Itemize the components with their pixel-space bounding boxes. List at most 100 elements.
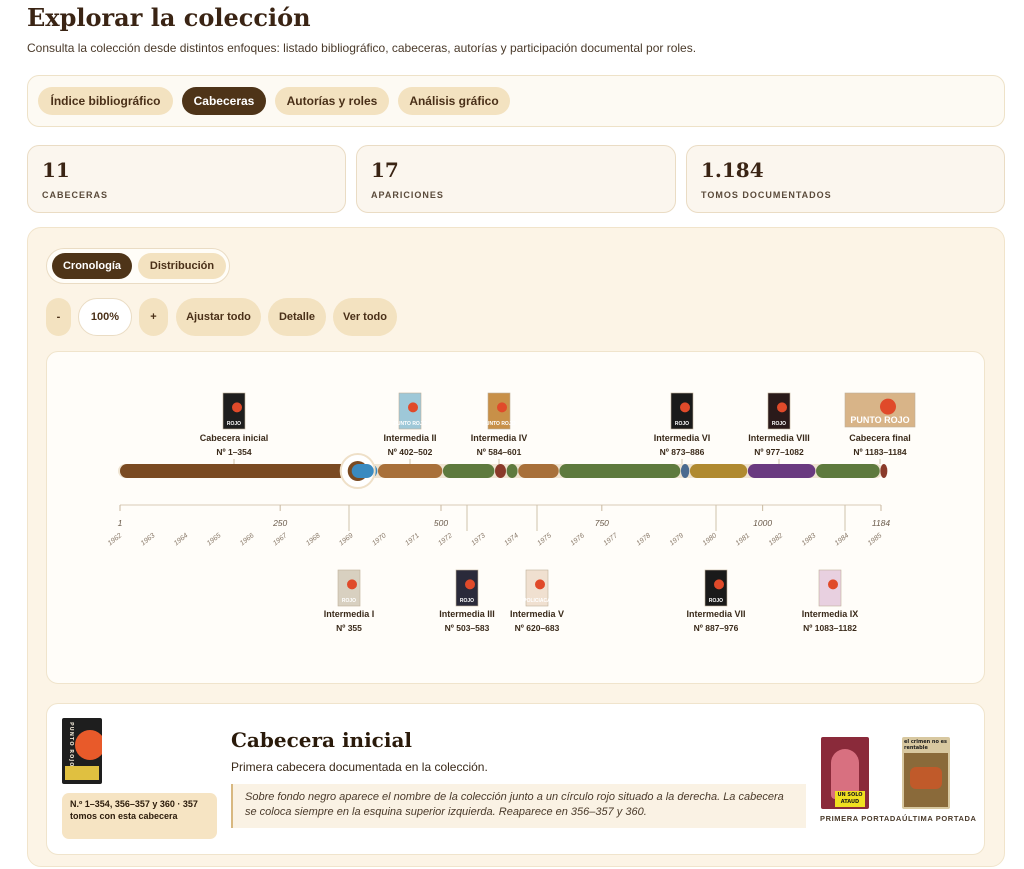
heading-cover-text: PUNTO ROJO [483,421,516,427]
timeline-segment[interactable] [518,464,559,478]
axis-year-label: 1963 [140,532,157,547]
axis-year-label: 1985 [867,532,884,547]
axis-tick-label: 1 [118,518,123,528]
timeline-segment[interactable] [747,464,816,478]
toggle-chronology[interactable]: Cronología [52,253,132,279]
axis-year-label: 1964 [173,532,190,547]
toggle-distribution[interactable]: Distribución [138,253,226,279]
heading-name[interactable]: Intermedia VIII [748,433,810,443]
stat-value: 1.184 [701,158,764,182]
page-subtitle: Consulta la colección desde distintos en… [27,41,697,55]
timeline-segment[interactable] [377,464,443,478]
heading-range: Nº 503–583 [445,623,490,633]
axis-year-label: 1969 [338,532,355,547]
heading-name[interactable]: Intermedia II [383,433,436,443]
red-circle-icon [232,402,242,413]
red-circle-icon [75,730,102,760]
axis-year-label: 1962 [107,532,124,547]
axis-tick-label: 250 [272,518,287,528]
heading-range: Nº 402–502 [388,447,433,457]
axis-year-label: 1980 [702,532,719,547]
heading-name[interactable]: Intermedia III [439,609,495,619]
timeline-segment[interactable] [495,464,506,478]
axis-year-label: 1978 [635,532,652,547]
red-circle-icon [680,402,690,413]
cover-title: el crimen no es rentable [904,739,947,751]
red-circle-icon [535,579,545,590]
heading-cover-text: ROJO [342,598,356,604]
red-circle-icon [497,402,507,413]
stat-card-appearances: 17 APARICIONES [356,145,676,213]
stat-label: CABECERAS [42,190,109,200]
axis-year-label: 1973 [470,532,487,547]
heading-cover-text: ROJO [772,421,786,427]
zoom-level: 100% [78,298,132,336]
first-cover-thumbnail[interactable]: UN SOLO ATAUD [821,737,869,809]
axis-year-label: 1968 [305,532,322,547]
stat-label: APARICIONES [371,190,444,200]
red-circle-icon [777,402,787,413]
first-cover-caption: PRIMERA PORTADA [820,814,902,823]
red-circle-icon [408,402,418,413]
heading-range: Nº 1183–1184 [853,447,906,457]
heading-name[interactable]: Intermedia V [510,609,564,619]
heading-name[interactable]: Intermedia IX [802,609,859,619]
stat-value: 11 [42,158,70,182]
timeline-segment[interactable] [506,464,518,478]
heading-name[interactable]: Intermedia I [324,609,375,619]
timeline-segment[interactable] [559,464,681,478]
axis-year-label: 1972 [437,532,454,547]
stat-card-volumes: 1.184 TOMOS DOCUMENTADOS [686,145,1005,213]
timeline-marker-segment [351,464,374,478]
axis-year-label: 1977 [602,532,619,548]
axis-tick-label: 1184 [872,518,891,528]
red-circle-icon [714,579,724,590]
axis-year-label: 1971 [404,532,421,547]
timeline-segment[interactable] [880,464,888,478]
stat-value: 17 [371,158,399,182]
heading-cover-text: ROJO [675,421,689,427]
heading-cover-text: ROJO [460,598,474,604]
heading-name[interactable]: Intermedia VI [654,433,711,443]
tab-authorships-roles[interactable]: Autorías y roles [275,87,389,115]
axis-year-label: 1981 [735,532,752,547]
timeline-segment[interactable] [442,464,495,478]
axis-tick-label: 500 [434,518,448,528]
axis-year-label: 1966 [239,532,256,547]
heading-range: Nº 977–1082 [754,447,804,457]
tab-bibliographic-index[interactable]: Índice bibliográfico [38,87,173,115]
heading-name[interactable]: Intermedia IV [471,433,528,443]
axis-tick-label: 750 [595,518,609,528]
axis-year-label: 1974 [503,532,520,547]
axis-year-label: 1983 [801,532,818,547]
detail-button[interactable]: Detalle [268,298,326,336]
timeline-segment[interactable] [816,464,880,478]
heading-range: Nº 584–601 [477,447,522,457]
heading-range: Nº 1083–1182 [803,623,857,633]
heading-cover-text: POLICIACA [523,598,551,604]
timeline-segment[interactable] [689,464,748,478]
last-cover-caption: ÚLTIMA PORTADA [902,814,977,823]
axis-year-label: 1984 [834,532,851,547]
red-circle-icon [828,579,838,590]
timeline-segment[interactable] [680,464,690,478]
fit-all-button[interactable]: Ajustar todo [176,298,261,336]
page-title: Explorar la colección [27,3,311,32]
see-all-button[interactable]: Ver todo [333,298,397,336]
zoom-in-button[interactable]: + [139,298,168,336]
heading-name[interactable]: Cabecera inicial [200,433,269,443]
tab-graphic-analysis[interactable]: Análisis gráfico [398,87,510,115]
timeline-segment[interactable] [120,464,348,478]
heading-title: Cabecera inicial [231,728,413,752]
heading-name[interactable]: Intermedia VII [686,609,745,619]
heading-name[interactable]: Cabecera final [849,433,911,443]
heading-range: Nº 887–976 [694,623,739,633]
axis-year-label: 1979 [669,532,686,547]
zoom-out-button[interactable]: - [46,298,71,336]
tab-headings[interactable]: Cabeceras [182,87,266,115]
last-cover-thumbnail[interactable]: el crimen no es rentable [902,737,950,809]
heading-range: Nº 873–886 [660,447,705,457]
red-circle-icon [880,398,896,415]
cover-car [910,767,942,789]
red-circle-icon [465,579,475,590]
